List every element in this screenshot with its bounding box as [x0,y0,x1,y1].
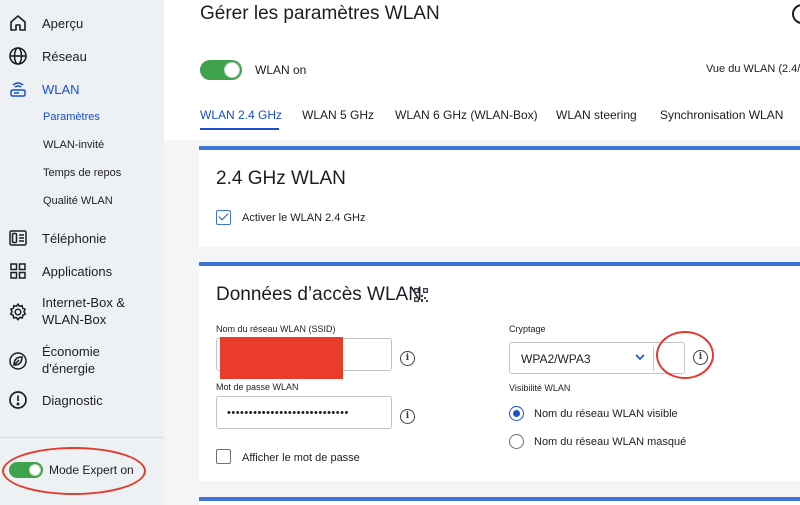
router-icon [7,78,29,100]
sidebar-item-label: Diagnostic [42,393,103,408]
chevron-down-icon[interactable] [632,349,648,365]
active-tab-indicator [200,128,279,130]
encryption-label: Cryptage [509,324,546,334]
show-password-label: Afficher le mot de passe [242,452,360,464]
enable-24ghz-label: Activer le WLAN 2.4 GHz [242,212,366,224]
tab-synchronisation-wlan[interactable]: Synchronisation WLAN [660,108,783,122]
header-area: Gérer les paramètres WLAN WLAN on Vue du… [164,0,800,140]
leaf-icon [7,350,29,372]
expert-mode-label: Mode Expert on [49,463,134,477]
help-icon[interactable] [792,4,800,24]
visibility-hidden-label: Nom du réseau WLAN masqué [534,436,687,448]
visibility-visible-label: Nom du réseau WLAN visible [534,408,678,420]
sidebar-item-label: Applications [42,264,113,279]
tab-bar: WLAN 2.4 GHz WLAN 5 GHz WLAN 6 GHz (WLAN… [164,108,800,132]
sidebar-item-label: Téléphonie [42,231,107,246]
expert-mode-toggle[interactable] [9,462,43,478]
password-label: Mot de passe WLAN [216,382,299,392]
card-24ghz-wlan: 2.4 GHz WLAN Activer le WLAN 2.4 GHz [199,146,800,247]
sidebar-item-label-line2: WLAN-Box [42,312,107,327]
select-divider [653,347,654,371]
sidebar-item-label: Aperçu [42,16,84,31]
toggle-knob [29,464,41,476]
encryption-select[interactable]: WPA2/WPA3 [509,342,685,374]
enable-24ghz-checkbox[interactable] [216,210,231,225]
main-content: Gérer les paramètres WLAN WLAN on Vue du… [164,0,800,505]
password-info-icon[interactable]: i [400,409,415,424]
tab-wlan-5ghz[interactable]: WLAN 5 GHz [302,108,374,122]
sidebar-subitem-parametres[interactable]: Paramètres [43,111,100,123]
qr-code-icon[interactable] [414,288,428,302]
encryption-info-icon[interactable]: i [693,350,708,365]
wlan-toggle[interactable] [200,60,242,80]
redaction-block [220,337,343,379]
encryption-select-value: WPA2/WPA3 [521,352,591,366]
apps-grid-icon [7,260,29,282]
sidebar-subitem-qualite-wlan[interactable]: Qualité WLAN [43,195,113,207]
password-input[interactable] [216,396,392,429]
gear-icon [7,301,29,323]
toggle-knob [224,62,240,78]
card-title: 2.4 GHz WLAN [216,168,346,189]
visibility-visible-radio[interactable] [509,406,524,421]
alert-circle-icon [7,389,29,411]
sidebar: Aperçu Réseau WLAN Paramètres WLAN-invit… [0,0,164,505]
ssid-label: Nom du réseau WLAN (SSID) [216,324,336,334]
sidebar-item-label-line2: d'énergie [42,361,96,376]
ssid-info-icon[interactable]: i [400,351,415,366]
home-icon [7,12,29,34]
wlan-view-link[interactable]: Vue du WLAN (2.4/ [706,63,800,75]
sidebar-subitem-temps-de-repos[interactable]: Temps de repos [43,167,121,179]
card-title: Données d’accès WLAN [216,284,422,305]
sidebar-subitem-wlan-invite[interactable]: WLAN-invité [43,139,104,151]
sidebar-item-label: Réseau [42,49,87,64]
wlan-toggle-label: WLAN on [255,63,307,77]
card-next-section [199,497,800,505]
sidebar-item-label: Internet-Box & [42,295,126,310]
tab-wlan-24ghz[interactable]: WLAN 2.4 GHz [200,108,282,122]
visibility-hidden-radio[interactable] [509,434,524,449]
phone-icon [7,227,29,249]
sidebar-item-label: WLAN [42,82,80,97]
tab-wlan-6ghz[interactable]: WLAN 6 GHz (WLAN-Box) [395,108,538,122]
sidebar-item-label: Économie [42,344,100,359]
tab-wlan-steering[interactable]: WLAN steering [556,108,637,122]
show-password-checkbox[interactable] [216,449,231,464]
visibility-label: Visibilité WLAN [509,383,571,393]
sidebar-footer: Mode Expert on [0,437,164,505]
page-title: Gérer les paramètres WLAN [200,3,440,24]
globe-icon [7,45,29,67]
